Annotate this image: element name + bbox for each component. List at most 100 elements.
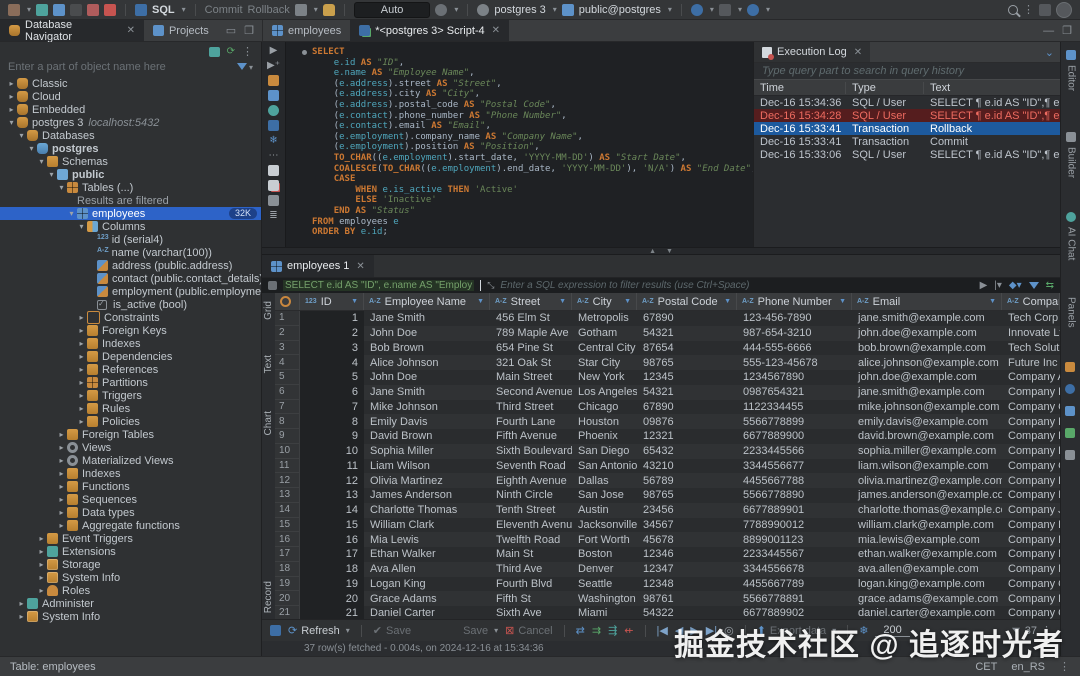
cell-employee-name[interactable]: Daniel Carter [364, 606, 490, 619]
chevron-right-icon[interactable]: ▸ [76, 404, 87, 413]
cell-phone-number[interactable]: 4455667789 [737, 577, 852, 592]
panel-keymap-icon[interactable] [1065, 406, 1075, 416]
cell-postal-code[interactable]: 65432 [637, 444, 737, 459]
row-number[interactable]: 3 [275, 341, 300, 356]
table-row[interactable]: 66Jane SmithSecond AvenueLos Angeles5432… [275, 385, 1060, 400]
cell-id[interactable]: 1 [300, 311, 364, 326]
cell-employee-name[interactable]: Jane Smith [364, 311, 490, 326]
row-number[interactable]: 13 [275, 488, 300, 503]
table-row[interactable]: 99David BrownFifth AvenuePhoenix12321667… [275, 429, 1060, 444]
doc-book-icon[interactable] [268, 90, 279, 101]
cell-city[interactable]: Houston [572, 414, 637, 429]
cell-company[interactable]: Company N [1002, 562, 1060, 577]
cell-company[interactable]: Company M [1002, 547, 1060, 562]
cell-employee-name[interactable]: Logan King [364, 577, 490, 592]
tree-item-is-active-bool[interactable]: is_active (bool) [0, 298, 261, 311]
cell-company[interactable]: Company J [1002, 503, 1060, 518]
cell-company[interactable]: Innovate Ltd [1002, 326, 1060, 341]
panel-icon[interactable] [270, 625, 281, 636]
cell-employee-name[interactable]: Jane Smith [364, 385, 490, 400]
cell-email[interactable]: mia.lewis@example.com [852, 532, 1002, 547]
chevron-right-icon[interactable]: ▸ [56, 456, 67, 465]
row-number[interactable]: 11 [275, 459, 300, 474]
tree-item-embedded[interactable]: ▸Embedded [0, 103, 261, 116]
cell-postal-code[interactable]: 23456 [637, 503, 737, 518]
tree-item-views[interactable]: ▸Views [0, 441, 261, 454]
panel-layout-icon[interactable] [1065, 450, 1075, 460]
cell-id[interactable]: 10 [300, 444, 364, 459]
cell-phone-number[interactable]: 4455667788 [737, 473, 852, 488]
grid-corner[interactable] [275, 293, 300, 310]
minimize-panel-icon[interactable]: ▭ [226, 24, 236, 37]
cell-phone-number[interactable]: 6677889902 [737, 606, 852, 619]
column-header-email[interactable]: A-ZEmail▼ [852, 293, 1002, 310]
view-tab-text[interactable]: Text [262, 355, 275, 373]
row-number[interactable]: 6 [275, 385, 300, 400]
row-number[interactable]: 7 [275, 400, 300, 415]
tree-item-indexes[interactable]: ▸Indexes [0, 467, 261, 480]
cell-email[interactable]: liam.wilson@example.com [852, 459, 1002, 474]
cell-phone-number[interactable]: 555-123-45678 [737, 355, 852, 370]
cell-city[interactable]: Denver [572, 562, 637, 577]
cell-street[interactable]: Sixth Boulevard [490, 444, 572, 459]
tree-item-contact-public-contact-details[interactable]: contact (public.contact_details) [0, 272, 261, 285]
cell-id[interactable]: 17 [300, 547, 364, 562]
row-number[interactable]: 16 [275, 532, 300, 547]
more-icon[interactable]: ⋯ [269, 150, 279, 161]
refresh-tree-icon[interactable]: ⟳ [227, 46, 235, 57]
row-number[interactable]: 1 [275, 311, 300, 326]
row-number[interactable]: 15 [275, 518, 300, 533]
hammer-icon[interactable] [8, 4, 20, 16]
tree-item-databases[interactable]: ▾Databases [0, 129, 261, 142]
cell-postal-code[interactable]: 09876 [637, 414, 737, 429]
sort-icon[interactable]: ▼ [724, 298, 731, 305]
cell-street[interactable]: 789 Maple Ave [490, 326, 572, 341]
compare-icon[interactable]: ⇄ [576, 624, 585, 637]
cell-id[interactable]: 3 [300, 341, 364, 356]
cell-employee-name[interactable]: Mia Lewis [364, 532, 490, 547]
row-number[interactable]: 20 [275, 591, 300, 606]
tree-item-results-are-filtered[interactable]: Results are filtered [0, 194, 261, 207]
cell-city[interactable]: Chicago [572, 400, 637, 415]
result-filter-row[interactable]: SELECT e.id AS "ID", e.name AS "Employ ⤡… [262, 278, 1060, 294]
refresh-button[interactable]: ⟳Refresh▾ [288, 624, 350, 637]
tab-employees-1[interactable]: employees 1 ✕ [262, 255, 374, 277]
table-row[interactable]: 1111Liam WilsonSeventh RoadSan Antonio43… [275, 459, 1060, 474]
cell-street[interactable]: Fourth Lane [490, 414, 572, 429]
cell-street[interactable]: Third Street [490, 400, 572, 415]
search-db-icon[interactable] [747, 4, 759, 16]
cell-employee-name[interactable]: Emily Davis [364, 414, 490, 429]
cell-email[interactable]: jane.smith@example.com [852, 385, 1002, 400]
cell-id[interactable]: 15 [300, 518, 364, 533]
cell-employee-name[interactable]: Grace Adams [364, 591, 490, 606]
rail-tab-ai-chat[interactable]: AI Chat [1061, 212, 1080, 260]
tx-mode-select[interactable]: Auto [354, 2, 431, 18]
cell-city[interactable]: Seattle [572, 577, 637, 592]
sort-icon[interactable]: ▼ [559, 298, 566, 305]
cell-email[interactable]: david.brown@example.com [852, 429, 1002, 444]
chevron-right-icon[interactable]: ▸ [6, 79, 17, 88]
row-number[interactable]: 8 [275, 414, 300, 429]
cell-street[interactable]: Fourth Blvd [490, 577, 572, 592]
cell-id[interactable]: 13 [300, 488, 364, 503]
export-data-button[interactable]: ⬆Export data▾ [757, 624, 837, 637]
table-row[interactable]: 11Jane Smith456 Elm StMetropolis67890123… [275, 311, 1060, 326]
cell-email[interactable]: grace.adams@example.com [852, 591, 1002, 606]
chevron-right-icon[interactable]: ▸ [76, 391, 87, 400]
timezone-indicator[interactable]: CET [975, 661, 997, 673]
cell-email[interactable]: john.doe@example.com [852, 370, 1002, 385]
tree-item-functions[interactable]: ▸Functions [0, 480, 261, 493]
history-dropdown-icon[interactable]: |▾ [994, 280, 1002, 291]
table-row[interactable]: 88Emily DavisFourth LaneHouston098765566… [275, 414, 1060, 429]
cell-email[interactable]: ava.allen@example.com [852, 562, 1002, 577]
tree-item-data-types[interactable]: ▸Data types [0, 506, 261, 519]
sql-code[interactable]: SELECT e.id AS "ID", e.name AS "Employee… [312, 47, 756, 238]
close-icon[interactable]: ✕ [854, 47, 862, 58]
cell-street[interactable]: Tenth Street [490, 503, 572, 518]
cell-city[interactable]: Phoenix [572, 429, 637, 444]
cell-id[interactable]: 9 [300, 429, 364, 444]
chevron-down-icon[interactable]: ⌄ [1045, 46, 1054, 59]
chevron-right-icon[interactable]: ▸ [6, 105, 17, 114]
cell-employee-name[interactable]: Ethan Walker [364, 547, 490, 562]
tree-item-tables[interactable]: ▾Tables (...) [0, 181, 261, 194]
